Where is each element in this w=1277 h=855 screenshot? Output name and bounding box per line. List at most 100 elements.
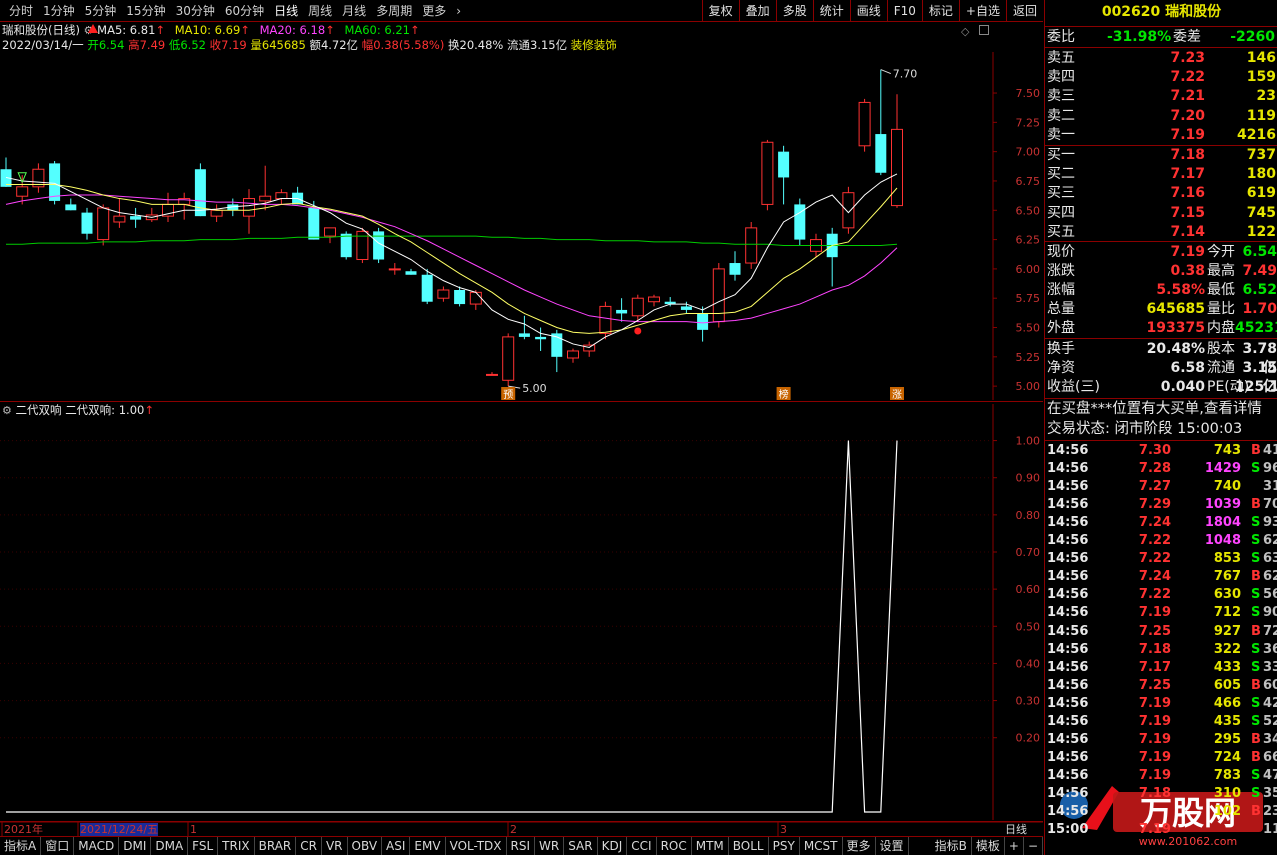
indicator-tab-right[interactable]: 指标B: [931, 837, 972, 855]
indicator-tab[interactable]: DMA: [151, 837, 189, 855]
toolbar-button[interactable]: 复权: [701, 0, 739, 22]
trade-time: 14:56: [1047, 587, 1089, 603]
trade-time: 14:56: [1047, 443, 1089, 458]
trade-side: S: [1251, 659, 1261, 675]
trade-side: B: [1251, 804, 1261, 819]
period-tab[interactable]: 分时: [4, 1, 38, 21]
quote-row-value2: 452310: [1235, 320, 1277, 336]
ma10-line: [6, 183, 898, 334]
trade-row: 14:56 7.22 853 S 63: [1045, 550, 1277, 568]
more-chevron-icon[interactable]: ›: [451, 1, 466, 21]
toolbar-button[interactable]: 画线: [849, 0, 887, 22]
toolbar-button[interactable]: 统计: [812, 0, 850, 22]
candle-body-down: [680, 306, 692, 310]
toolbar-button[interactable]: 返回: [1005, 0, 1043, 22]
ma10-label: MA10: 6.69: [174, 23, 241, 37]
indicator-tab[interactable]: OBV: [348, 837, 383, 855]
indicator-tab[interactable]: MCST: [800, 837, 843, 855]
bar-low: 低6.52: [168, 38, 206, 52]
bid-row-price: 7.15: [1170, 204, 1205, 221]
indicator-chart[interactable]: 1.00 0.90 0.80 0.70 0.60 0.50 0.40 0.30 0.20: [0, 404, 1043, 820]
quote-row-value2: 1.70: [1242, 301, 1277, 317]
indicator-tab[interactable]: WR: [535, 837, 565, 855]
trade-count: 33: [1263, 659, 1277, 675]
price-tick-label: 6.50: [1016, 204, 1041, 217]
indicator-tab[interactable]: KDJ: [598, 837, 628, 855]
indicator-tab[interactable]: 指标A: [0, 837, 42, 855]
ask-row: 卖二 7.20 119: [1045, 107, 1277, 126]
period-tab[interactable]: 5分钟: [80, 1, 122, 21]
indicator-tab[interactable]: ASI: [382, 837, 411, 855]
bid-row: 买三 7.16 619: [1045, 184, 1277, 203]
indicator-tab[interactable]: CCI: [627, 837, 657, 855]
trade-time: 14:56: [1047, 497, 1089, 513]
quote-row-value: 0.38: [1170, 263, 1205, 279]
industry-label[interactable]: 装修装饰: [571, 38, 617, 52]
indicator-tab[interactable]: BRAR: [255, 837, 297, 855]
indicator-tab[interactable]: MTM: [692, 837, 729, 855]
quote-row: 总量 645685 量比 1.70: [1045, 300, 1277, 319]
bid-row-price: 7.16: [1170, 185, 1205, 202]
indicator-tab[interactable]: FSL: [188, 837, 219, 855]
indicator-tab[interactable]: PSY: [769, 837, 800, 855]
trade-time: 14:56: [1047, 713, 1089, 729]
bid-row-label: 买五: [1047, 223, 1075, 240]
bid-row-volume: 619: [1246, 185, 1276, 202]
indicator-tab[interactable]: MACD: [74, 837, 120, 855]
toolbar-button[interactable]: F10: [886, 0, 922, 22]
quote-row-value: 7.19: [1170, 244, 1205, 260]
trade-count: 42: [1263, 695, 1277, 711]
bid-row-label: 买一: [1047, 147, 1075, 163]
period-tab[interactable]: 1分钟: [38, 1, 80, 21]
indicator-tab-right[interactable]: +: [1005, 837, 1024, 855]
period-tab[interactable]: 30分钟: [171, 1, 220, 21]
trade-time: 14:56: [1047, 677, 1089, 693]
indicator-tab-right[interactable]: 模板: [972, 837, 1005, 855]
indicator-tab[interactable]: TRIX: [218, 837, 255, 855]
indicator-tab[interactable]: 设置: [876, 837, 909, 855]
trade-time: 14:56: [1047, 623, 1089, 639]
trade-side: S: [1251, 641, 1261, 657]
trade-price: 7.19: [1138, 767, 1171, 783]
period-tab[interactable]: 日线: [269, 1, 303, 21]
indicator-tab[interactable]: DMI: [119, 837, 152, 855]
period-tab[interactable]: 周线: [303, 1, 337, 21]
toolbar-button[interactable]: 多股: [775, 0, 813, 22]
ma20-up-arrow-icon: ↑: [325, 23, 335, 37]
indicator-tabs-right: 指标B 模板 + −: [931, 837, 1043, 855]
indicator-tab-right[interactable]: −: [1024, 837, 1043, 855]
period-tab[interactable]: 多周期: [371, 1, 417, 21]
ask-row-volume: 4216: [1237, 126, 1276, 143]
period-tab[interactable]: 更多: [417, 1, 451, 21]
indicator-tab[interactable]: ROC: [657, 837, 692, 855]
indicator-tab[interactable]: RSI: [507, 837, 536, 855]
window-restore-icon[interactable]: [979, 25, 989, 35]
candlestick-chart[interactable]: 7.50 7.25 7.00 6.75 6.50 6.25 6.00 5.75 5.50 5.25…: [0, 52, 1043, 400]
indicator-tab[interactable]: SAR: [564, 837, 598, 855]
stock-code-title[interactable]: 002620 瑞和股份: [1045, 3, 1277, 22]
bar-turnover: 换20.48%: [448, 38, 504, 52]
quote-row-label: 外盘: [1047, 320, 1075, 336]
indicator-tab[interactable]: BOLL: [729, 837, 769, 855]
toolbar-button[interactable]: 叠加: [738, 0, 776, 22]
period-tab[interactable]: 60分钟: [220, 1, 269, 21]
toolbar-button[interactable]: 标记: [921, 0, 959, 22]
big-order-notice[interactable]: 在买盘***位置有大买单,查看详情: [1045, 400, 1277, 419]
period-tab[interactable]: 15分钟: [121, 1, 170, 21]
trade-price: 7.19: [1138, 695, 1171, 711]
indicator-tab[interactable]: VOL-TDX: [446, 837, 507, 855]
indicator-tab[interactable]: CR: [296, 837, 322, 855]
period-tab[interactable]: 月线: [337, 1, 371, 21]
indicator-tab[interactable]: VR: [322, 837, 348, 855]
quote-row-value2: 7.49: [1242, 263, 1277, 279]
rise-arrow-icon: [88, 24, 98, 33]
trade-row: 14:56 7.17 433 S 33: [1045, 659, 1277, 677]
indicator-tab[interactable]: 更多: [843, 837, 876, 855]
price-tick-label: 5.25: [1016, 351, 1041, 364]
toolbar-button[interactable]: +自选: [958, 0, 1006, 22]
window-diamond-icon[interactable]: ◇: [961, 25, 969, 38]
indicator-tab[interactable]: 窗口: [41, 837, 75, 855]
candle-body-up: [16, 186, 29, 197]
price-tick-label: 5.50: [1016, 322, 1041, 335]
indicator-tab[interactable]: EMV: [410, 837, 446, 855]
